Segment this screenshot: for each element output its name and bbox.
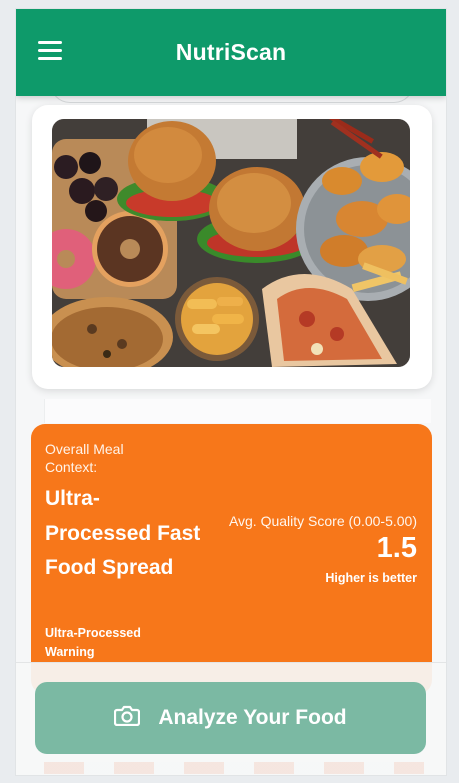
meal-context-title: Ultra-Processed Fast Food Spread	[45, 487, 201, 579]
analyze-food-label: Analyze Your Food	[158, 706, 347, 729]
quality-score-hint: Higher is better	[325, 571, 417, 585]
meal-context-card: Overall Meal Context: Ultra-Processed Fa…	[31, 424, 432, 694]
obscured-content	[44, 762, 424, 774]
app-title: NutriScan	[175, 39, 287, 65]
quality-score-label: Avg. Quality Score (0.00-5.00)	[228, 513, 417, 529]
camera-icon	[114, 704, 141, 732]
app-screen: NutriScan Overall Meal Context: Ultra-Pr…	[15, 8, 447, 776]
quality-score-value: 1.5	[376, 532, 417, 564]
food-image-card	[32, 105, 432, 389]
processed-warning-badge: Ultra-Processed Warning	[45, 626, 141, 659]
app-header: NutriScan	[16, 9, 446, 96]
meal-context-label: Overall Meal Context:	[45, 441, 124, 475]
divider-strip	[44, 399, 431, 423]
food-photo	[52, 119, 410, 367]
analyze-food-button[interactable]: Analyze Your Food	[35, 682, 426, 754]
